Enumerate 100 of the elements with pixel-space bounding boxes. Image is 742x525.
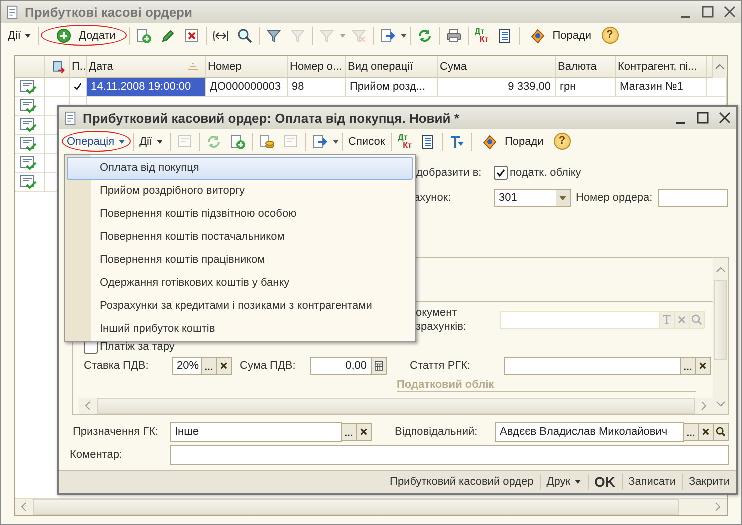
- maximize-icon[interactable]: [701, 5, 715, 19]
- export-icon[interactable]: [380, 28, 396, 44]
- refresh-icon: [206, 134, 222, 150]
- scrollbar-thumb[interactable]: [33, 499, 679, 515]
- responsible-field[interactable]: Авдєєв Владислав Миколайович: [495, 422, 684, 442]
- vat-rate-field[interactable]: 20%: [172, 357, 202, 375]
- operation-menu-button[interactable]: Операція: [62, 131, 131, 152]
- field-label: Номер ордера:: [576, 192, 653, 204]
- menu-item[interactable]: Одержання готівкових коштів у банку: [67, 272, 413, 295]
- field-label: Сума ПДВ:: [240, 360, 297, 372]
- menu-item[interactable]: Прийом роздрібного виторгу: [67, 180, 413, 203]
- clear-icon[interactable]: [357, 423, 372, 441]
- actions-menu[interactable]: Дії: [4, 25, 36, 46]
- comment-field[interactable]: [170, 445, 729, 465]
- post-document-icon: [176, 134, 193, 150]
- printer-icon[interactable]: [446, 28, 462, 44]
- field-label: Відповідальний:: [395, 426, 479, 438]
- checkbox[interactable]: [494, 166, 508, 180]
- print-menu-button[interactable]: Друк: [540, 472, 588, 492]
- column-header[interactable]: Вид операції: [346, 56, 438, 78]
- field-label: Коментар:: [70, 449, 124, 461]
- field-label: ідобразити в:: [414, 167, 483, 179]
- vat-sum-field[interactable]: 0,00: [310, 357, 372, 375]
- document-field[interactable]: [500, 311, 660, 329]
- structure-icon[interactable]: [448, 134, 465, 150]
- clear-icon[interactable]: [696, 357, 711, 375]
- debit-credit-button[interactable]: Дт Кт: [398, 134, 412, 150]
- checkbox-label: Платіж за тару: [100, 341, 175, 353]
- caret-icon: [24, 32, 32, 40]
- list-icon[interactable]: [420, 134, 436, 150]
- menu-item[interactable]: Розрахунки за кредитами і позиками з контрагентами: [67, 295, 413, 318]
- save-button[interactable]: Записати: [622, 472, 682, 492]
- order-number-field[interactable]: [658, 189, 728, 207]
- menu-item[interactable]: Інший прибуток коштів: [67, 318, 413, 341]
- edit-icon[interactable]: [160, 28, 176, 44]
- menu-item[interactable]: Повернення коштів працівником: [67, 249, 413, 272]
- document-icon: [282, 134, 299, 150]
- column-header[interactable]: Дата: [87, 56, 206, 78]
- help-button[interactable]: ?: [602, 27, 619, 44]
- close-icon[interactable]: [718, 111, 732, 125]
- column-header[interactable]: Сума: [438, 56, 556, 78]
- add-button[interactable]: Додати: [40, 25, 127, 46]
- checkbox-label: податк. обліку: [510, 167, 582, 179]
- scrollbar-thumb[interactable]: [714, 280, 727, 360]
- caret-icon: [574, 478, 582, 486]
- column-header[interactable]: Номер о...: [288, 56, 346, 78]
- diamond-icon: [482, 134, 498, 150]
- window-title: Прибуткові касові ордери: [25, 4, 194, 20]
- field-label: Ставка ПДВ:: [84, 360, 150, 372]
- delete-icon[interactable]: [184, 28, 200, 44]
- column-header[interactable]: Валюта: [556, 56, 616, 78]
- column-header[interactable]: Номер: [206, 56, 288, 78]
- clear-icon[interactable]: [699, 423, 714, 441]
- document-icon: [63, 110, 78, 126]
- add-copy-icon[interactable]: [230, 134, 246, 150]
- menu-item[interactable]: Повернення коштів підзвітною особою: [67, 203, 413, 226]
- rgk-field[interactable]: [504, 357, 681, 375]
- column-header: [707, 56, 713, 78]
- export-icon[interactable]: [312, 134, 328, 150]
- table-cell: грн: [560, 81, 576, 93]
- help-button[interactable]: ?: [554, 133, 571, 150]
- window-title: Прибутковий касовий ордер: Оплата від покупця. Новий *: [83, 110, 460, 126]
- print-form-button[interactable]: Прибутковий касовий ордер: [384, 472, 540, 492]
- filter-icon[interactable]: [266, 28, 282, 44]
- close-button[interactable]: Закрити: [682, 472, 736, 492]
- clear-filter-icon: [350, 28, 367, 44]
- account-dropdown[interactable]: 301: [494, 189, 571, 207]
- search-icon[interactable]: [714, 423, 729, 441]
- tips-button[interactable]: Поради: [474, 131, 548, 152]
- add-copy-icon[interactable]: [136, 28, 152, 44]
- search-icon[interactable]: [236, 28, 253, 44]
- list-icon[interactable]: [496, 28, 513, 44]
- caret-icon[interactable]: [400, 32, 408, 40]
- section-heading: Податковий облік: [397, 378, 696, 392]
- table-cell: 14.11.2008 19:00:00: [91, 81, 192, 93]
- filter-icon: [318, 28, 335, 44]
- column-header[interactable]: П...: [70, 56, 87, 78]
- column-header[interactable]: Контрагент, пі...: [616, 56, 707, 78]
- table-cell: 9 339,00: [508, 81, 551, 93]
- debit-credit-button[interactable]: Дт Кт: [474, 28, 489, 44]
- actions-menu[interactable]: Дії: [136, 131, 168, 152]
- close-icon[interactable]: [723, 5, 737, 19]
- ok-button[interactable]: OK: [588, 472, 622, 492]
- field-label: Стаття РГК:: [410, 360, 472, 372]
- table-cell: 98: [292, 81, 304, 93]
- clear-icon[interactable]: [217, 357, 232, 375]
- refresh-icon[interactable]: [416, 28, 433, 44]
- maximize-icon[interactable]: [696, 111, 710, 125]
- purpose-field[interactable]: Інше: [170, 422, 342, 442]
- coins-document-icon[interactable]: [258, 134, 275, 150]
- calculator-icon[interactable]: [372, 357, 387, 375]
- table-cell: Магазин №1: [620, 81, 684, 93]
- scrollbar-thumb[interactable]: [97, 398, 695, 414]
- table-cell: Прийом розд...: [350, 81, 426, 93]
- tips-button[interactable]: Поради: [522, 25, 596, 46]
- caret-icon[interactable]: [332, 138, 340, 146]
- list-button[interactable]: Список: [344, 131, 390, 152]
- menu-item[interactable]: Повернення коштів постачальником: [67, 226, 413, 249]
- menu-item[interactable]: Оплата від покупця: [67, 157, 413, 180]
- document-icon: [5, 4, 20, 20]
